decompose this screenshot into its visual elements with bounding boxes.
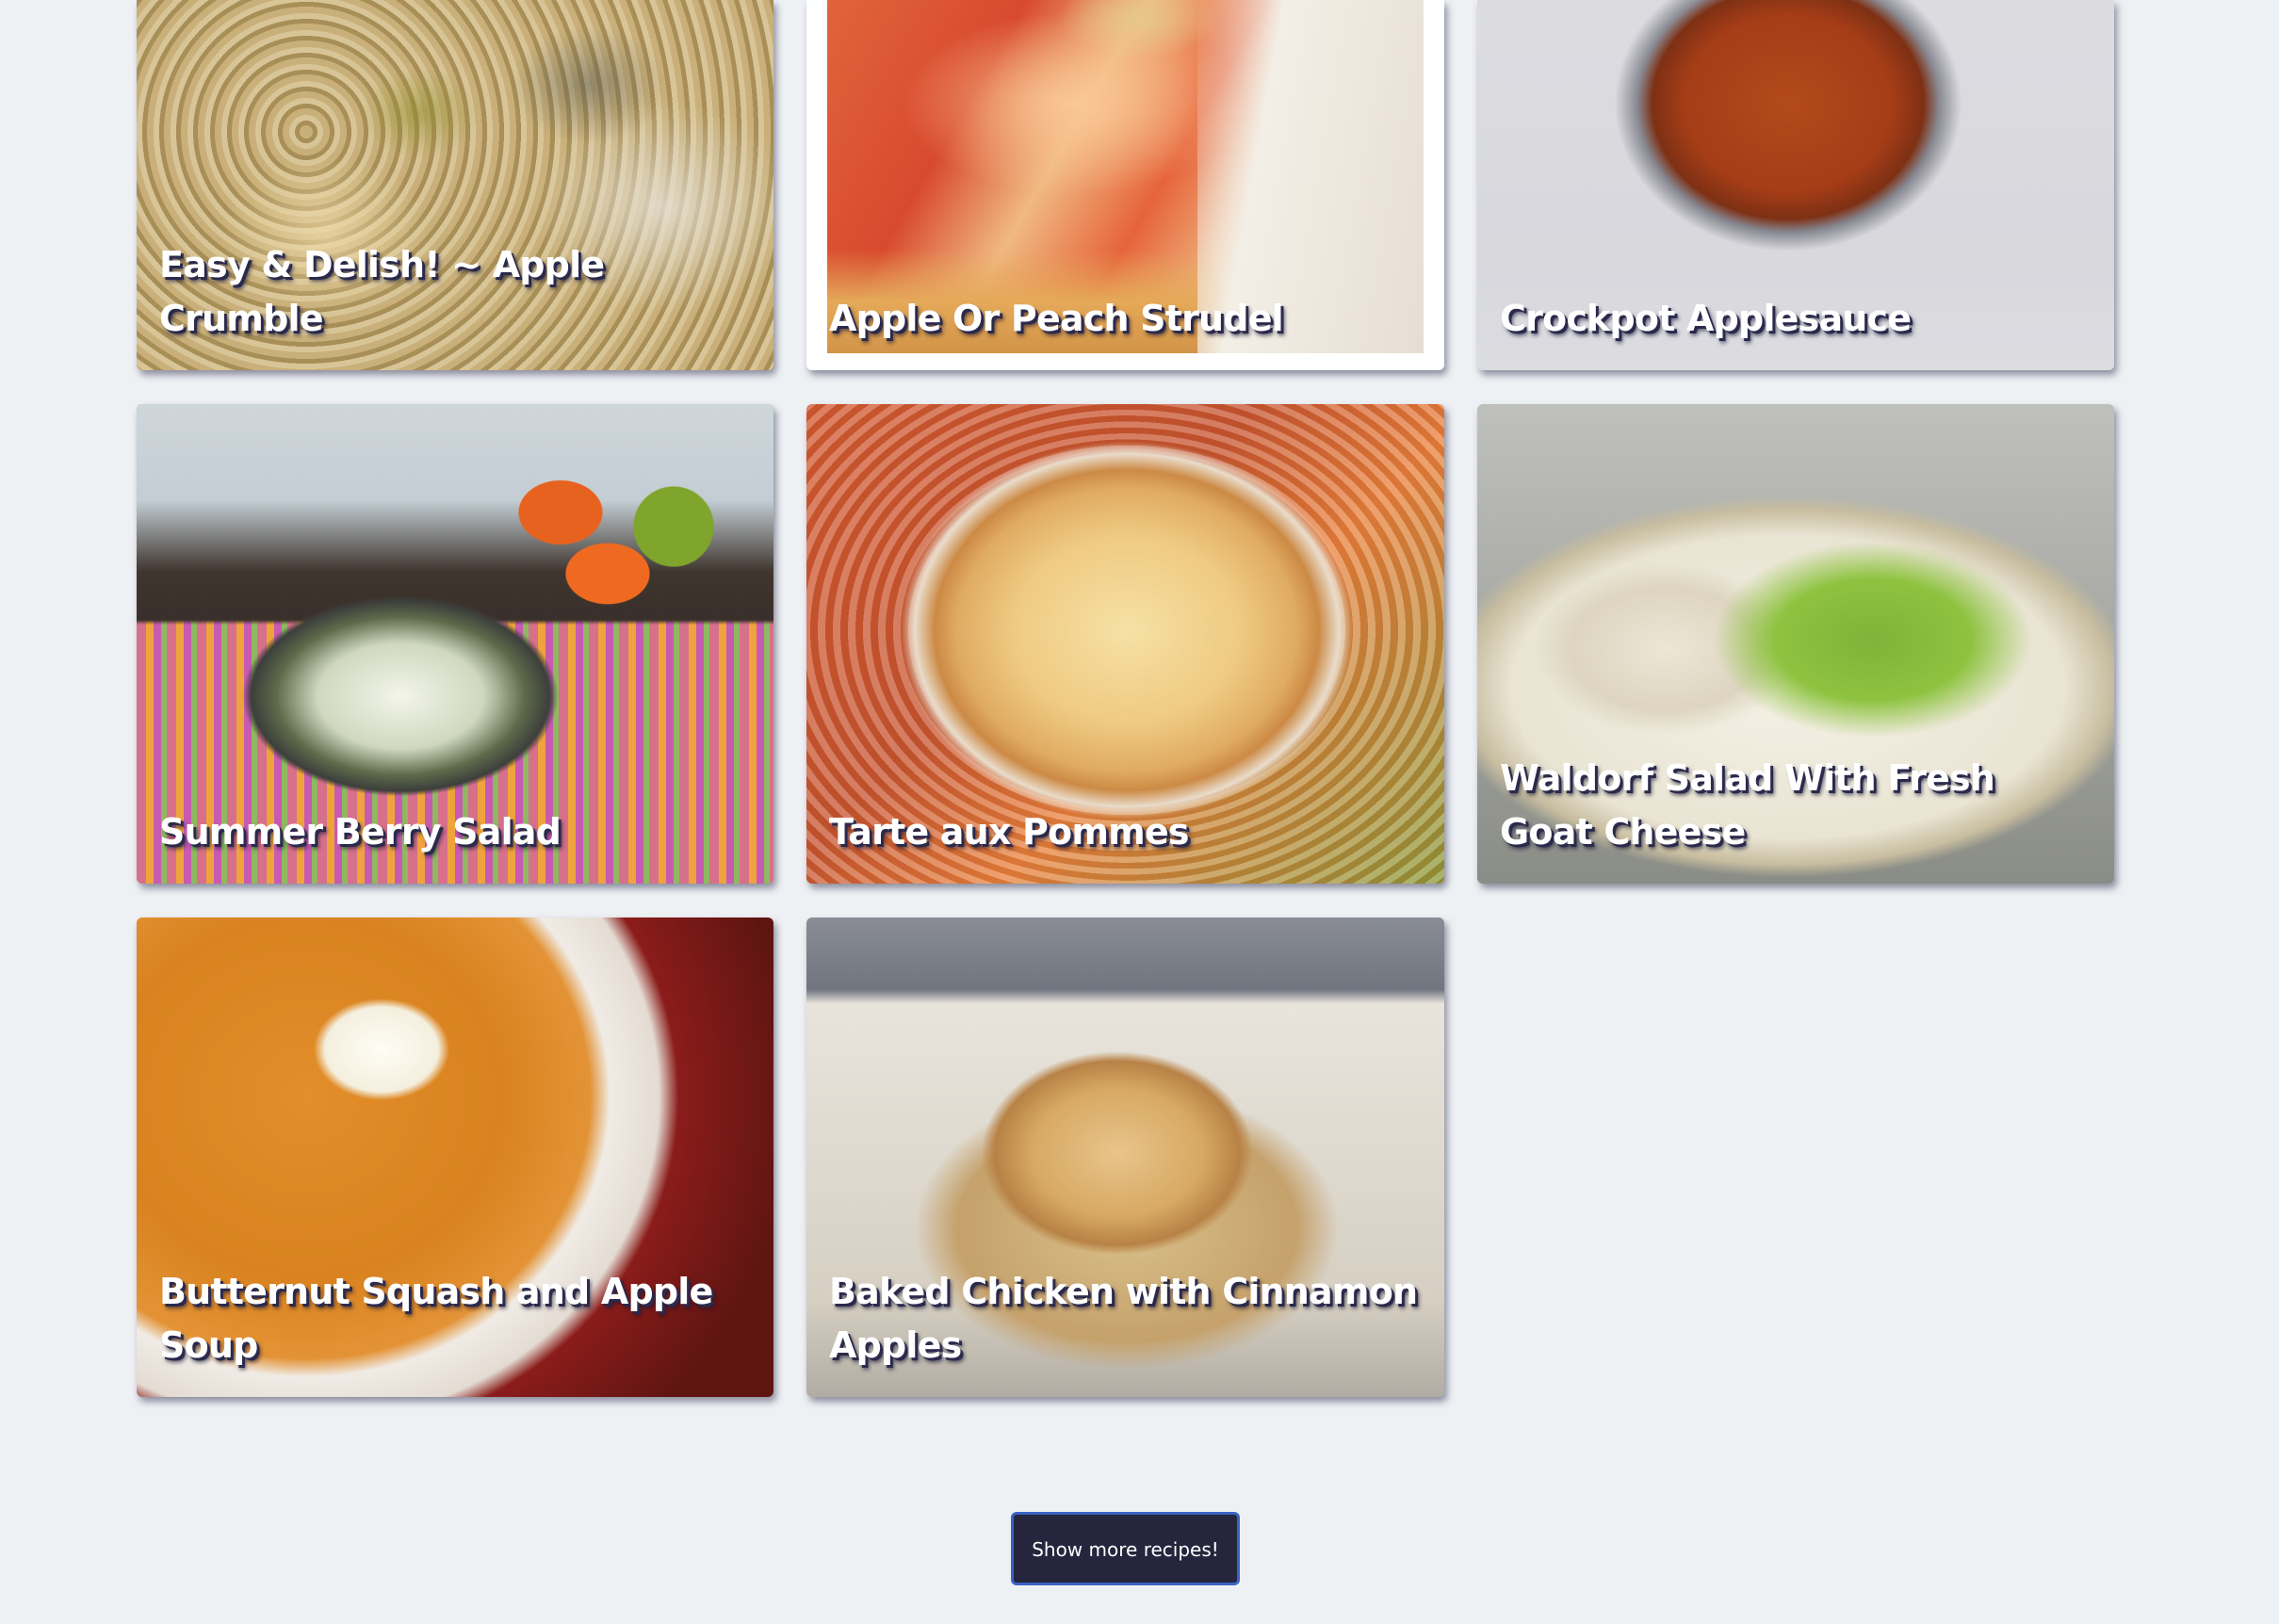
recipe-card-crockpot-applesauce[interactable]: Crockpot Applesauce bbox=[1477, 0, 2114, 370]
recipe-title: Easy & Delish! ~ Apple Crumble bbox=[159, 244, 605, 339]
recipe-title: Tarte aux Pommes bbox=[829, 811, 1190, 853]
recipe-title: Crockpot Applesauce bbox=[1500, 298, 1912, 339]
recipe-card-summer-berry-salad[interactable]: Summer Berry Salad bbox=[137, 404, 773, 884]
recipe-card-baked-chicken[interactable]: Baked Chicken with Cinnamon Apples bbox=[806, 918, 1444, 1397]
recipe-title: Waldorf Salad With Fresh Goat Cheese bbox=[1500, 757, 1995, 853]
recipe-card-butternut-squash-soup[interactable]: Butternut Squash and Apple Soup bbox=[137, 918, 773, 1397]
recipe-title: Baked Chicken with Cinnamon Apples bbox=[829, 1271, 1418, 1366]
recipe-card-tarte-aux-pommes[interactable]: Tarte aux Pommes bbox=[806, 404, 1444, 884]
recipe-results-page: Easy & Delish! ~ Apple Crumble Apple Or … bbox=[0, 0, 2279, 1624]
recipe-title: Summer Berry Salad bbox=[159, 811, 562, 853]
show-more-recipes-button[interactable]: Show more recipes! bbox=[1011, 1512, 1240, 1585]
recipe-title: Apple Or Peach Strudel bbox=[829, 298, 1284, 339]
recipe-title: Butternut Squash and Apple Soup bbox=[159, 1271, 713, 1366]
recipe-card-waldorf-salad[interactable]: Waldorf Salad With Fresh Goat Cheese bbox=[1477, 404, 2114, 884]
recipe-grid: Easy & Delish! ~ Apple Crumble Apple Or … bbox=[137, 0, 2116, 1397]
recipe-card-apple-peach-strudel[interactable]: Apple Or Peach Strudel bbox=[806, 0, 1444, 370]
recipe-card-apple-crumble[interactable]: Easy & Delish! ~ Apple Crumble bbox=[137, 0, 773, 370]
